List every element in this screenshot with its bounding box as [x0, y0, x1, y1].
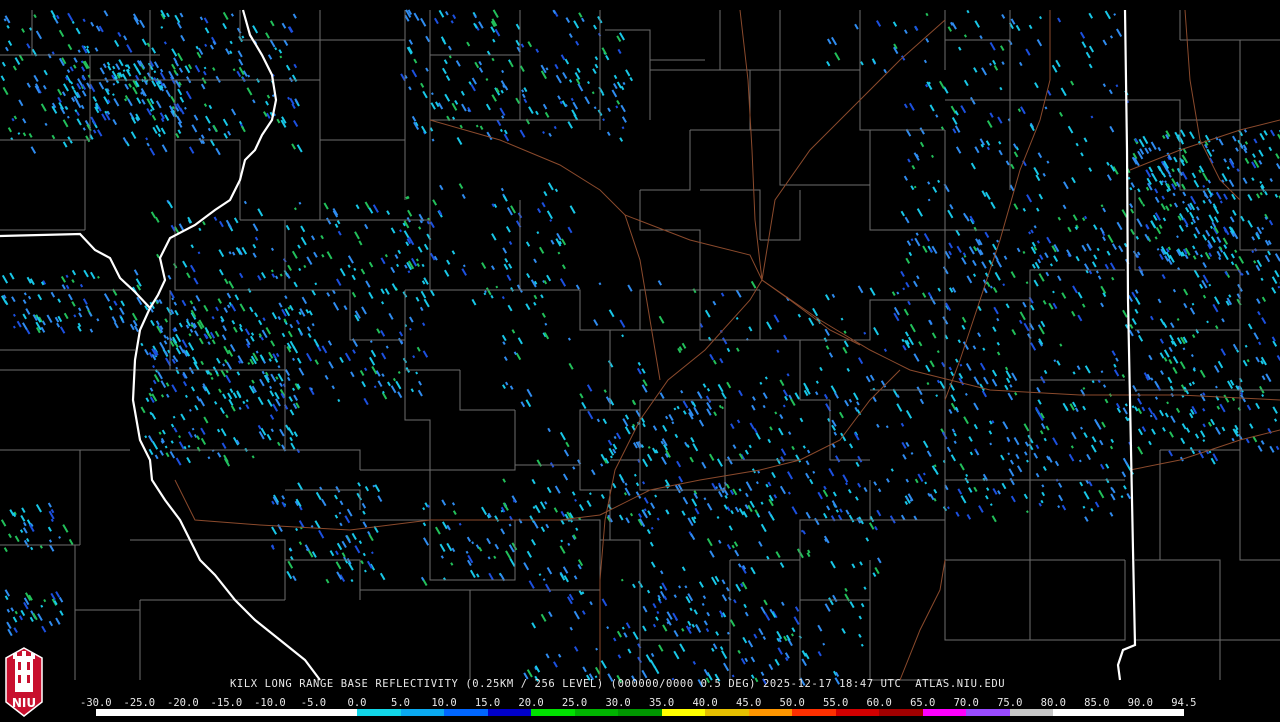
- scale-label: -30.0: [80, 697, 112, 709]
- niu-logo: NIU: [2, 646, 46, 718]
- scale-swatch: [488, 709, 532, 716]
- scale-swatch: [618, 709, 662, 716]
- scale-swatch: [531, 709, 575, 716]
- scale-label: 20.0: [518, 697, 543, 709]
- scale-label: -10.0: [254, 697, 286, 709]
- scale-label: 50.0: [780, 697, 805, 709]
- scale-swatch: [662, 709, 706, 716]
- scale-label: 80.0: [1041, 697, 1066, 709]
- scale-swatch: [270, 709, 314, 716]
- scale-label: 90.0: [1128, 697, 1153, 709]
- radar-map: [0, 0, 1280, 720]
- scale-swatch: [227, 709, 271, 716]
- scale-swatch: [96, 709, 140, 716]
- scale-swatch: [575, 709, 619, 716]
- scale-swatch: [357, 709, 401, 716]
- scale-label: -5.0: [301, 697, 326, 709]
- scale-swatch: [966, 709, 1010, 716]
- logo-tower: [15, 656, 33, 692]
- scale-label: -25.0: [124, 697, 156, 709]
- scale-swatch: [836, 709, 880, 716]
- scale-swatch: [749, 709, 793, 716]
- scale-label: 75.0: [997, 697, 1022, 709]
- scale-swatch: [792, 709, 836, 716]
- scale-swatch: [140, 709, 184, 716]
- scale-swatch: [1053, 709, 1097, 716]
- scale-label: 35.0: [649, 697, 674, 709]
- scale-swatch: [314, 709, 358, 716]
- scale-label: 94.5: [1171, 697, 1196, 709]
- product-caption: KILX LONG RANGE BASE REFLECTIVITY (0.25K…: [230, 678, 1005, 690]
- scale-swatch: [1140, 709, 1184, 716]
- scale-label: 55.0: [823, 697, 848, 709]
- logo-text: NIU: [12, 696, 36, 710]
- scale-label: -20.0: [167, 697, 199, 709]
- scale-swatch: [183, 709, 227, 716]
- scale-label: 40.0: [692, 697, 717, 709]
- scale-label: 65.0: [910, 697, 935, 709]
- color-scale-labels: -30.0-25.0-20.0-15.0-10.0-5.00.05.010.01…: [92, 697, 1192, 709]
- scale-label: 85.0: [1084, 697, 1109, 709]
- scale-label: -15.0: [211, 697, 243, 709]
- scale-label: 70.0: [954, 697, 979, 709]
- scale-swatch: [1097, 709, 1141, 716]
- scale-label: 0.0: [348, 697, 367, 709]
- color-scale-bar: [96, 709, 1184, 716]
- scale-swatch: [879, 709, 923, 716]
- scale-label: 5.0: [391, 697, 410, 709]
- scale-swatch: [1010, 709, 1054, 716]
- scale-label: 30.0: [605, 697, 630, 709]
- scale-label: 60.0: [867, 697, 892, 709]
- scale-label: 45.0: [736, 697, 761, 709]
- scale-label: 10.0: [431, 697, 456, 709]
- scale-label: 25.0: [562, 697, 587, 709]
- scale-swatch: [401, 709, 445, 716]
- scale-swatch: [705, 709, 749, 716]
- scale-label: 15.0: [475, 697, 500, 709]
- scale-swatch: [444, 709, 488, 716]
- scale-swatch: [923, 709, 967, 716]
